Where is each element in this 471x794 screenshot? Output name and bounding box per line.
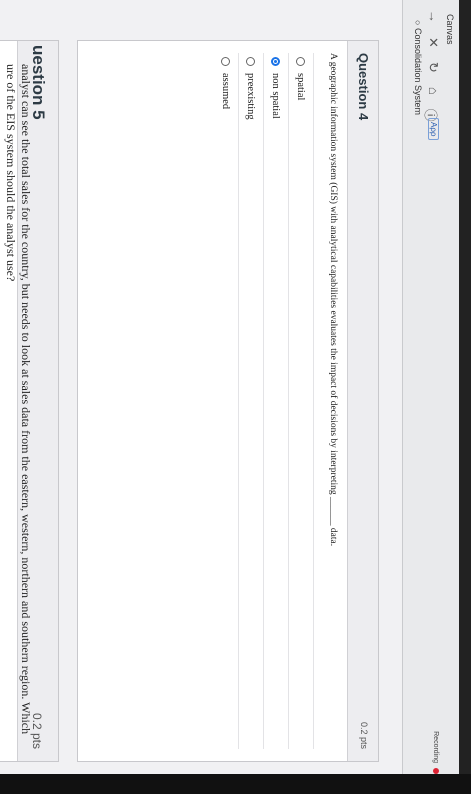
reload-icon[interactable]: ↻ [422,62,441,73]
question-4-points: 0.2 pts [359,721,369,749]
nav-buttons: → ✕ ↻ ⌂ ⓘ [422,10,441,122]
address-chip[interactable]: Aρρ [428,118,439,141]
answer-option-assumed[interactable]: assumed [214,53,239,749]
home-icon[interactable]: ⌂ [422,87,441,95]
answer-label: assumed [220,73,232,110]
recording-status: Recording [432,731,439,774]
close-icon[interactable]: ✕ [422,37,441,48]
tab-circle-icon: ○ [413,20,423,26]
question-4-prompt: A geographic information system (GIS) wi… [328,53,338,547]
radio-spatial[interactable] [296,57,306,66]
answer-option-preexisting[interactable]: preexisting [239,53,264,749]
answer-option-spatial[interactable]: spatial [289,53,314,749]
answer-label: spatial [295,73,307,101]
question-5-line-1: analyst can see the total sales for the … [19,64,33,735]
answer-list: spatial non spatial preexisting assumed [214,53,314,749]
question-4-title: Question 4 [356,53,371,121]
radio-non-spatial[interactable] [271,57,281,66]
question-4-card: Question 4 0.2 pts A geographic informat… [77,40,379,762]
monitor-bezel-right [459,0,471,794]
answer-label: non spatial [270,73,282,119]
rotated-screen: Canvas → ✕ ↻ ⌂ ⓘ Aρρ ○ Consolidation Sys… [0,0,459,794]
question-4-header: Question 4 0.2 pts [347,41,378,761]
page-tab-label: Consolidation System [413,27,423,115]
question-5-line-2: ure of the EIS system should the analyst… [4,64,18,282]
question-5-prompt: analyst can see the total sales for the … [3,64,33,784]
radio-preexisting[interactable] [246,57,256,66]
canvas-tab-title: Canvas [445,14,455,45]
page-tab[interactable]: ○ Consolidation System [413,20,423,115]
browser-tab[interactable]: Canvas [445,14,455,45]
browser-chrome: Canvas → ✕ ↻ ⌂ ⓘ Aρρ ○ Consolidation Sys… [402,0,459,794]
answer-label: preexisting [245,73,257,120]
recording-label: Recording [432,731,439,764]
radio-assumed[interactable] [221,57,231,66]
answer-option-non-spatial[interactable]: non spatial [264,53,289,749]
monitor-bezel-bottom [0,774,471,794]
back-icon[interactable]: → [422,10,441,23]
